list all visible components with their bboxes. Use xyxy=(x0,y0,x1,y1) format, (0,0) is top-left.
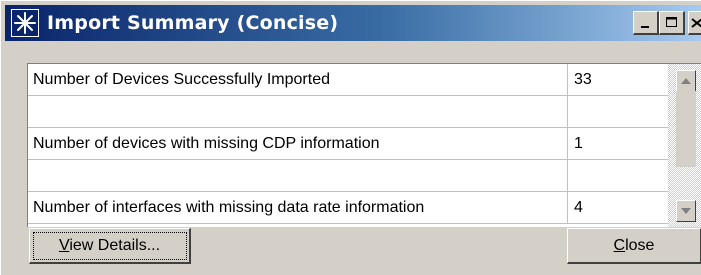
row-label xyxy=(28,96,568,127)
row-label xyxy=(28,160,568,191)
table-row[interactable]: Number of interfaces with missing data r… xyxy=(28,192,668,224)
close-label: Close xyxy=(613,236,655,254)
maximize-button[interactable] xyxy=(659,11,685,35)
star-burst-icon xyxy=(11,9,39,37)
table-row[interactable]: Number of devices with missing CDP infor… xyxy=(28,128,668,160)
scroll-down-button[interactable] xyxy=(676,200,696,222)
close-button[interactable]: Close xyxy=(567,228,701,264)
title-bar[interactable]: Import Summary (Concise) xyxy=(5,5,701,41)
vertical-scrollbar[interactable] xyxy=(668,64,701,227)
row-label: Number of devices with missing CDP infor… xyxy=(28,128,568,159)
dialog-title: Import Summary (Concise) xyxy=(47,12,339,34)
minimize-button[interactable] xyxy=(633,11,659,35)
close-icon xyxy=(690,17,701,28)
summary-table: Number of Devices Successfully Imported … xyxy=(27,63,701,227)
scroll-thumb[interactable] xyxy=(676,91,696,167)
window-controls xyxy=(633,11,701,35)
arrow-up-icon xyxy=(681,78,691,84)
row-value: 33 xyxy=(574,70,592,88)
table-row[interactable]: Number of Devices Successfully Imported … xyxy=(28,64,668,96)
scroll-up-button[interactable] xyxy=(676,70,696,92)
arrow-down-icon xyxy=(681,208,691,214)
row-label: Number of interfaces with missing data r… xyxy=(28,192,568,223)
row-value xyxy=(569,160,668,191)
close-window-button[interactable] xyxy=(688,11,701,35)
view-details-button[interactable]: View Details... xyxy=(29,228,191,264)
table-row[interactable] xyxy=(28,96,668,128)
import-summary-dialog: Import Summary (Concise) Number of Devic… xyxy=(0,0,701,275)
row-value: 4 xyxy=(574,198,583,216)
minimize-icon xyxy=(640,25,649,28)
table-row[interactable] xyxy=(28,160,668,192)
maximize-icon xyxy=(665,16,677,27)
row-label: Number of Devices Successfully Imported xyxy=(28,64,568,95)
row-value xyxy=(569,96,668,127)
view-details-label: View Details... xyxy=(58,236,161,254)
row-value: 1 xyxy=(574,134,583,152)
